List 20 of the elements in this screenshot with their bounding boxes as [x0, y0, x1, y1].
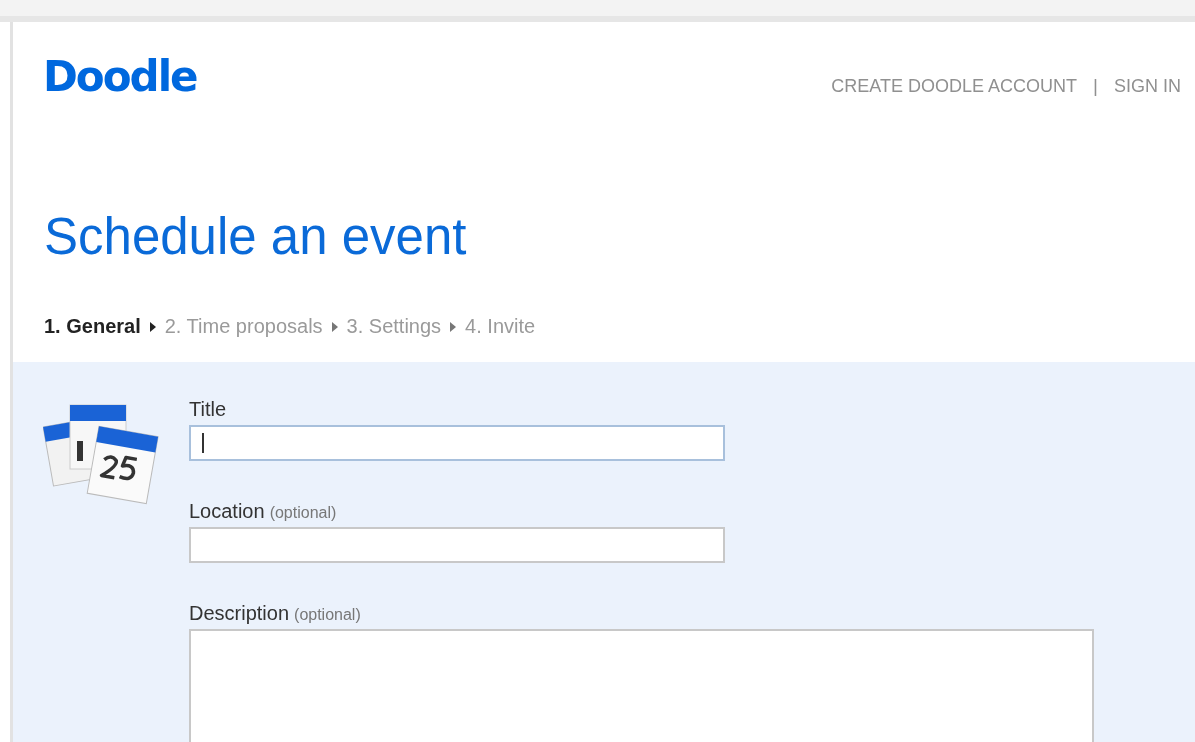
step-arrow-icon [330, 320, 339, 333]
wizard-step: 1. General [44, 315, 141, 338]
wizard-step: 2. Time proposals [164, 315, 323, 338]
optional-note: (optional) [269, 504, 337, 522]
field-label: Description [189, 602, 290, 625]
step-arrow-icon [148, 320, 157, 333]
page-heading: Schedule an event [43, 207, 468, 267]
field-label: Title [189, 398, 227, 421]
nav-link[interactable]: SIGN IN [1114, 75, 1181, 97]
input-field[interactable] [189, 527, 725, 563]
description-field[interactable] [189, 629, 1094, 742]
wizard-step: 3. Settings [346, 315, 442, 338]
optional-note: (optional) [294, 606, 361, 624]
field-label: Location [189, 500, 265, 523]
logo[interactable]: Doodle [43, 52, 197, 102]
step-arrow-icon [449, 320, 458, 333]
nav-link[interactable]: CREATE DOODLE ACCOUNT [831, 75, 1078, 97]
input-field[interactable] [189, 425, 725, 461]
nav-separator: | [1093, 75, 1098, 97]
wizard-step: 4. Invite [465, 315, 536, 338]
